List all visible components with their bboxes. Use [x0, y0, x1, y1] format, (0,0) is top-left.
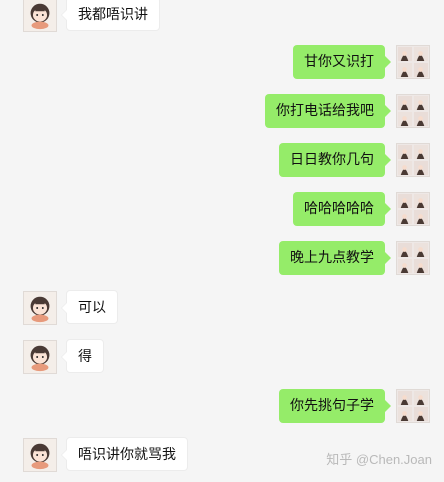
message-bubble-incoming[interactable]: 我都唔识讲	[61, 0, 160, 31]
message-text: 晚上九点教学	[290, 250, 374, 266]
message-text: 日日教你几句	[290, 152, 374, 168]
message-bubble-incoming[interactable]: 得	[61, 339, 104, 373]
message-bubble-outgoing[interactable]: 甘你又识打	[293, 45, 391, 79]
girl-cartoon-icon	[24, 439, 56, 471]
message-text: 哈哈哈哈哈	[304, 201, 374, 217]
message-bubble-outgoing[interactable]: 日日教你几句	[279, 143, 391, 177]
photo-collage-icon	[397, 193, 429, 225]
message-bubble-outgoing[interactable]: 你打电话给我吧	[265, 94, 391, 128]
message-text: 甘你又识打	[304, 54, 374, 70]
contact-avatar[interactable]	[23, 0, 57, 32]
contact-avatar[interactable]	[23, 291, 57, 325]
girl-cartoon-icon	[24, 292, 56, 324]
message-text: 你先挑句子学	[290, 398, 374, 414]
my-avatar[interactable]	[396, 192, 430, 226]
message-bubble-outgoing[interactable]: 你先挑句子学	[279, 389, 391, 423]
photo-collage-icon	[397, 95, 429, 127]
my-avatar[interactable]	[396, 94, 430, 128]
photo-collage-icon	[397, 144, 429, 176]
photo-collage-icon	[397, 46, 429, 78]
message-bubble-incoming[interactable]: 可以	[61, 290, 118, 324]
message-text: 唔识讲你就骂我	[78, 447, 176, 463]
girl-cartoon-icon	[24, 0, 56, 31]
my-avatar[interactable]	[396, 389, 430, 423]
contact-avatar[interactable]	[23, 340, 57, 374]
photo-collage-icon	[397, 390, 429, 422]
girl-cartoon-icon	[24, 341, 56, 373]
chat-window: 我都唔识讲 甘你又识打 你打电话给我吧 日日教你几句 哈哈哈哈哈 晚上九点教学 …	[0, 0, 444, 482]
message-bubble-outgoing[interactable]: 哈哈哈哈哈	[293, 192, 391, 226]
photo-collage-icon	[397, 242, 429, 274]
message-text: 我都唔识讲	[78, 7, 148, 23]
message-text: 得	[78, 349, 92, 365]
message-text: 你打电话给我吧	[276, 103, 374, 119]
message-text: 可以	[78, 300, 106, 316]
contact-avatar[interactable]	[23, 438, 57, 472]
my-avatar[interactable]	[396, 45, 430, 79]
my-avatar[interactable]	[396, 241, 430, 275]
message-bubble-outgoing[interactable]: 晚上九点教学	[279, 241, 391, 275]
zhihu-watermark: 知乎 @Chen.Joan	[326, 452, 432, 467]
my-avatar[interactable]	[396, 143, 430, 177]
message-bubble-incoming[interactable]: 唔识讲你就骂我	[61, 437, 188, 471]
